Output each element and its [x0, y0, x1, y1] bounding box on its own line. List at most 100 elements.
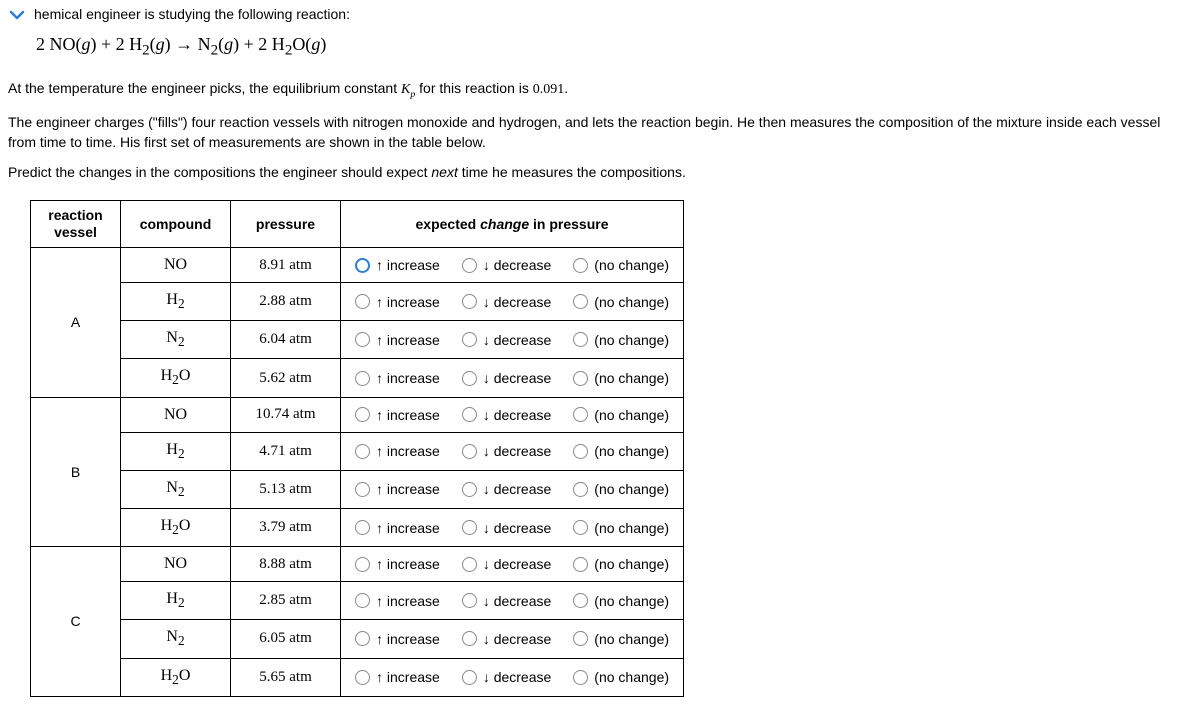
radio-icon[interactable] [573, 670, 588, 685]
radio-icon[interactable] [573, 482, 588, 497]
choices-cell: ↑ increase ↓ decrease (no change) [341, 321, 684, 359]
choice-label: ↓ decrease [483, 556, 551, 572]
choice-increase[interactable]: ↑ increase [355, 257, 440, 273]
choice-label: ↓ decrease [483, 294, 551, 310]
table-row: N26.05 atm↑ increase↓ decrease(no change… [31, 620, 684, 658]
radio-icon[interactable] [355, 520, 370, 535]
radio-icon[interactable] [355, 557, 370, 572]
choice-nochange[interactable]: (no change) [573, 520, 669, 536]
pressure-cell: 5.13 atm [231, 470, 341, 508]
choice-decrease[interactable]: ↓ decrease [462, 294, 551, 310]
choice-increase[interactable]: ↑ increase [355, 443, 440, 459]
vessel-label: B [31, 397, 121, 547]
radio-icon[interactable] [573, 520, 588, 535]
radio-icon[interactable] [462, 258, 477, 273]
choice-decrease[interactable]: ↓ decrease [462, 370, 551, 386]
header-expected-post: in pressure [529, 216, 608, 232]
choice-increase[interactable]: ↑ increase [355, 593, 440, 609]
choice-decrease[interactable]: ↓ decrease [462, 407, 551, 423]
table-row: H24.71 atm↑ increase↓ decrease(no change… [31, 432, 684, 470]
choice-decrease[interactable]: ↓ decrease [462, 556, 551, 572]
radio-icon[interactable] [462, 294, 477, 309]
radio-icon[interactable] [355, 631, 370, 646]
choice-nochange[interactable]: (no change) [573, 332, 669, 348]
choice-nochange[interactable]: (no change) [573, 669, 669, 685]
radio-icon[interactable] [573, 258, 588, 273]
pressure-cell: 6.05 atm [231, 620, 341, 658]
choice-decrease[interactable]: ↓ decrease [462, 520, 551, 536]
choice-nochange[interactable]: (no change) [573, 593, 669, 609]
intro-text: hemical engineer is studying the followi… [34, 6, 350, 22]
radio-icon[interactable] [355, 371, 370, 386]
kp-pre: At the temperature the engineer picks, t… [8, 80, 401, 96]
radio-icon[interactable] [573, 557, 588, 572]
choice-increase[interactable]: ↑ increase [355, 631, 440, 647]
choice-nochange[interactable]: (no change) [573, 294, 669, 310]
radio-icon[interactable] [462, 631, 477, 646]
choice-nochange[interactable]: (no change) [573, 257, 669, 273]
choice-decrease[interactable]: ↓ decrease [462, 443, 551, 459]
choices-cell: ↑ increase ↓ decrease (no change) [341, 359, 684, 397]
choice-nochange[interactable]: (no change) [573, 631, 669, 647]
fill-paragraph: The engineer charges ("fills") four reac… [8, 112, 1192, 153]
choice-label: ↓ decrease [483, 631, 551, 647]
radio-icon[interactable] [355, 593, 370, 608]
radio-icon[interactable] [355, 482, 370, 497]
radio-icon[interactable] [573, 407, 588, 422]
choice-increase[interactable]: ↑ increase [355, 669, 440, 685]
radio-icon[interactable] [573, 294, 588, 309]
radio-icon[interactable] [462, 557, 477, 572]
kp-post: for this reaction is [415, 80, 533, 96]
radio-icon[interactable] [462, 407, 477, 422]
radio-icon[interactable] [355, 294, 370, 309]
kp-paragraph: At the temperature the engineer picks, t… [8, 78, 1192, 102]
compound-cell: H2 [121, 432, 231, 470]
compound-cell: N2 [121, 321, 231, 359]
choice-nochange[interactable]: (no change) [573, 370, 669, 386]
choice-decrease[interactable]: ↓ decrease [462, 332, 551, 348]
compound-cell: H2O [121, 658, 231, 696]
choice-decrease[interactable]: ↓ decrease [462, 631, 551, 647]
choice-nochange[interactable]: (no change) [573, 556, 669, 572]
choice-label: (no change) [594, 593, 669, 609]
radio-icon[interactable] [355, 258, 370, 273]
radio-icon[interactable] [573, 332, 588, 347]
choice-nochange[interactable]: (no change) [573, 443, 669, 459]
radio-icon[interactable] [462, 332, 477, 347]
radio-icon[interactable] [573, 371, 588, 386]
choice-decrease[interactable]: ↓ decrease [462, 481, 551, 497]
radio-icon[interactable] [462, 444, 477, 459]
radio-icon[interactable] [573, 593, 588, 608]
radio-icon[interactable] [462, 520, 477, 535]
radio-icon[interactable] [355, 407, 370, 422]
choice-increase[interactable]: ↑ increase [355, 520, 440, 536]
compound-cell: H2 [121, 283, 231, 321]
radio-icon[interactable] [462, 593, 477, 608]
choice-decrease[interactable]: ↓ decrease [462, 669, 551, 685]
choice-label: ↓ decrease [483, 520, 551, 536]
choice-label: (no change) [594, 556, 669, 572]
table-row: H22.85 atm↑ increase↓ decrease(no change… [31, 582, 684, 620]
choice-nochange[interactable]: (no change) [573, 481, 669, 497]
radio-icon[interactable] [355, 332, 370, 347]
choice-decrease[interactable]: ↓ decrease [462, 593, 551, 609]
radio-icon[interactable] [462, 371, 477, 386]
choice-increase[interactable]: ↑ increase [355, 556, 440, 572]
choice-increase[interactable]: ↑ increase [355, 370, 440, 386]
choice-increase[interactable]: ↑ increase [355, 481, 440, 497]
choice-increase[interactable]: ↑ increase [355, 332, 440, 348]
radio-icon[interactable] [462, 482, 477, 497]
choice-increase[interactable]: ↑ increase [355, 407, 440, 423]
radio-icon[interactable] [462, 670, 477, 685]
radio-icon[interactable] [355, 670, 370, 685]
radio-icon[interactable] [355, 444, 370, 459]
choice-nochange[interactable]: (no change) [573, 407, 669, 423]
choice-increase[interactable]: ↑ increase [355, 294, 440, 310]
collapse-chevron-icon[interactable] [8, 6, 26, 24]
radio-icon[interactable] [573, 444, 588, 459]
choice-label: ↑ increase [376, 520, 440, 536]
radio-icon[interactable] [573, 631, 588, 646]
choice-decrease[interactable]: ↓ decrease [462, 257, 551, 273]
header-compound: compound [121, 201, 231, 248]
compound-cell: H2O [121, 509, 231, 547]
